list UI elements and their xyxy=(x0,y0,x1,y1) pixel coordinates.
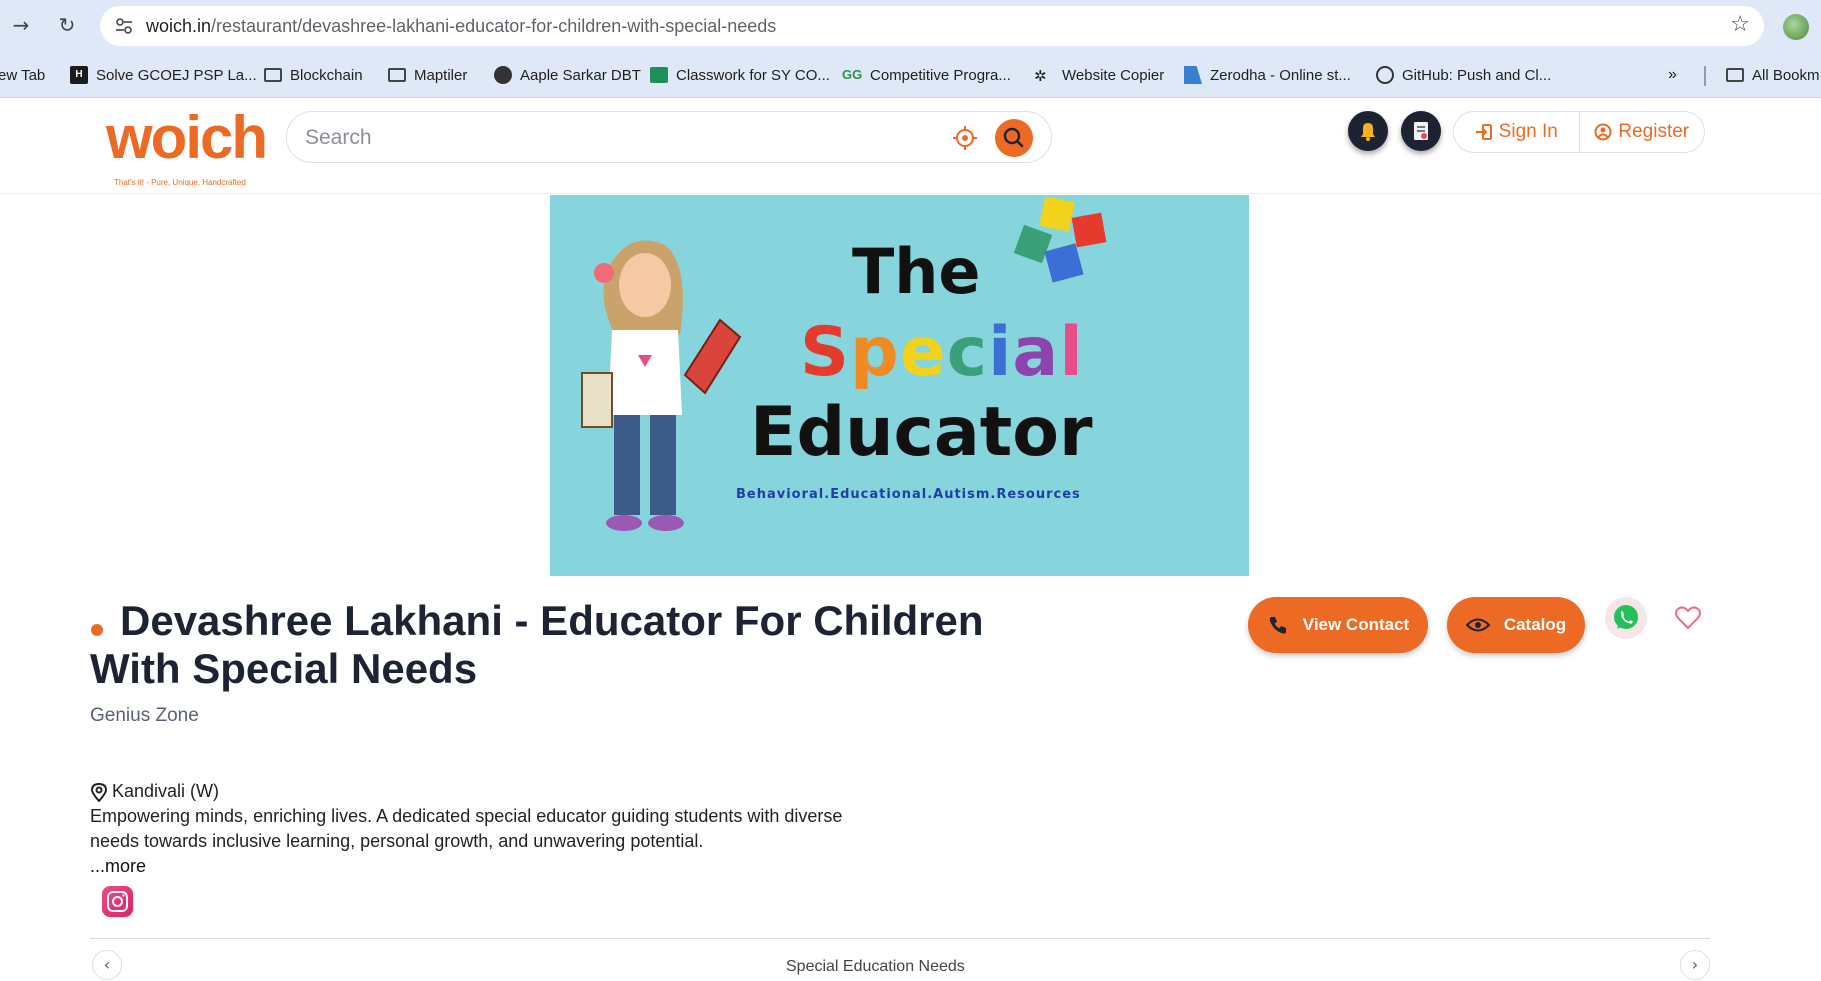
bookmark-zerodha[interactable]: Zerodha - Online st... xyxy=(1184,64,1351,86)
favorite-heart-icon[interactable] xyxy=(1674,604,1702,632)
bookmark-aaple-sarkar[interactable]: Aaple Sarkar DBT xyxy=(494,64,641,86)
listing-category[interactable]: Genius Zone xyxy=(90,705,199,727)
folder-icon xyxy=(264,68,282,82)
hackerrank-icon: H xyxy=(70,66,88,84)
register-button[interactable]: Register xyxy=(1578,112,1705,152)
listing-description: Empowering minds, enriching lives. A ded… xyxy=(90,806,843,851)
listing-title: Devashree Lakhani - Educator For Childre… xyxy=(90,597,984,692)
bookmark-github[interactable]: GitHub: Push and Cl... xyxy=(1376,64,1551,86)
catalog-button[interactable]: Catalog xyxy=(1447,597,1585,653)
location-pin-icon xyxy=(90,782,108,802)
teacher-illustration xyxy=(581,240,742,531)
bookmarks-overflow-button[interactable]: » xyxy=(1668,64,1677,86)
bookmarks-separator xyxy=(1704,66,1706,86)
carousel-next-button[interactable]: › xyxy=(1680,950,1710,980)
whatsapp-button[interactable] xyxy=(1605,597,1647,639)
bookmark-maptiler[interactable]: Maptiler xyxy=(388,64,467,86)
register-icon xyxy=(1594,123,1612,141)
phone-icon xyxy=(1269,617,1286,634)
reload-icon[interactable]: ↻ xyxy=(54,12,80,38)
bookmark-star-icon[interactable]: ☆ xyxy=(1730,12,1750,37)
openai-icon xyxy=(1376,66,1394,84)
profile-avatar[interactable] xyxy=(1783,14,1809,40)
bug-icon: ✲ xyxy=(1034,67,1047,85)
view-contact-label: View Contact xyxy=(1302,615,1410,634)
bookmark-new-tab[interactable]: ew Tab xyxy=(0,64,45,86)
bookmark-competitive[interactable]: GG Competitive Progra... xyxy=(842,64,1011,86)
woich-logo[interactable]: woich xyxy=(106,108,268,168)
bookmarks-bar: ew Tab H Solve GCOEJ PSP La... Blockchai… xyxy=(0,52,1821,98)
bookmark-solve-gcoej[interactable]: H Solve GCOEJ PSP La... xyxy=(70,64,257,86)
whatsapp-icon xyxy=(1614,605,1638,629)
sign-in-icon xyxy=(1475,124,1492,140)
gfg-icon: GG xyxy=(842,67,863,82)
auth-buttons: Sign In Register xyxy=(1453,111,1705,153)
classroom-icon xyxy=(650,67,668,83)
bell-icon xyxy=(1361,123,1375,141)
globe-icon xyxy=(494,66,512,84)
folder-icon xyxy=(1726,68,1744,82)
puzzle-pieces-icon xyxy=(1013,197,1107,283)
search-icon xyxy=(1003,127,1024,148)
banner-subtitle: Behavioral.Educational.Autism.Resources xyxy=(736,487,1081,502)
forward-icon[interactable]: → xyxy=(8,12,34,38)
banner-title-line1: The xyxy=(852,235,981,308)
sign-in-button[interactable]: Sign In xyxy=(1454,112,1579,152)
notifications-button[interactable] xyxy=(1348,111,1388,151)
search-bar xyxy=(286,111,1052,163)
all-bookmarks[interactable]: All Bookm xyxy=(1726,64,1820,86)
listing-banner-image: The Special Educator Behavioral.Educatio… xyxy=(550,195,1249,576)
banner-title-line2: Special xyxy=(800,313,1084,392)
carousel-prev-button[interactable]: ‹ xyxy=(92,950,122,980)
sign-in-label: Sign In xyxy=(1498,121,1558,142)
instagram-button[interactable] xyxy=(102,886,133,917)
zerodha-icon xyxy=(1184,66,1202,84)
locate-icon[interactable] xyxy=(952,125,978,151)
section-divider xyxy=(90,938,1710,939)
site-settings-icon[interactable] xyxy=(114,16,134,36)
search-button[interactable] xyxy=(995,119,1033,157)
site-header: woich That's it! - Pure, Unique, Handcra… xyxy=(0,98,1821,194)
url-text[interactable]: woich.in/restaurant/devashree-lakhani-ed… xyxy=(146,16,776,37)
bookmark-blockchain[interactable]: Blockchain xyxy=(264,64,363,86)
address-bar[interactable]: woich.in/restaurant/devashree-lakhani-ed… xyxy=(100,6,1764,46)
receipt-icon xyxy=(1414,122,1428,140)
folder-icon xyxy=(388,68,406,82)
section-label: Special Education Needs xyxy=(786,958,965,975)
location-text: Kandivali (W) xyxy=(112,781,220,801)
bookmark-website-copier[interactable]: ✲ Website Copier xyxy=(1034,64,1164,86)
location-row: Kandivali (W) xyxy=(90,781,219,802)
instagram-icon xyxy=(107,891,128,912)
view-contact-button[interactable]: View Contact xyxy=(1248,597,1428,653)
read-more-link[interactable]: ...more xyxy=(90,856,146,877)
bookmark-classwork[interactable]: Classwork for SY CO... xyxy=(650,64,830,86)
register-label: Register xyxy=(1618,121,1690,142)
banner-title-line3: Educator xyxy=(750,393,1093,472)
search-input[interactable] xyxy=(305,124,905,152)
browser-toolbar: → ↻ woich.in/restaurant/devashree-lakhan… xyxy=(0,0,1821,52)
catalog-label: Catalog xyxy=(1503,615,1567,634)
orders-button[interactable] xyxy=(1401,111,1441,151)
eye-icon xyxy=(1465,618,1490,632)
logo-tagline: That's it! - Pure, Unique, Handcrafted xyxy=(114,178,246,187)
